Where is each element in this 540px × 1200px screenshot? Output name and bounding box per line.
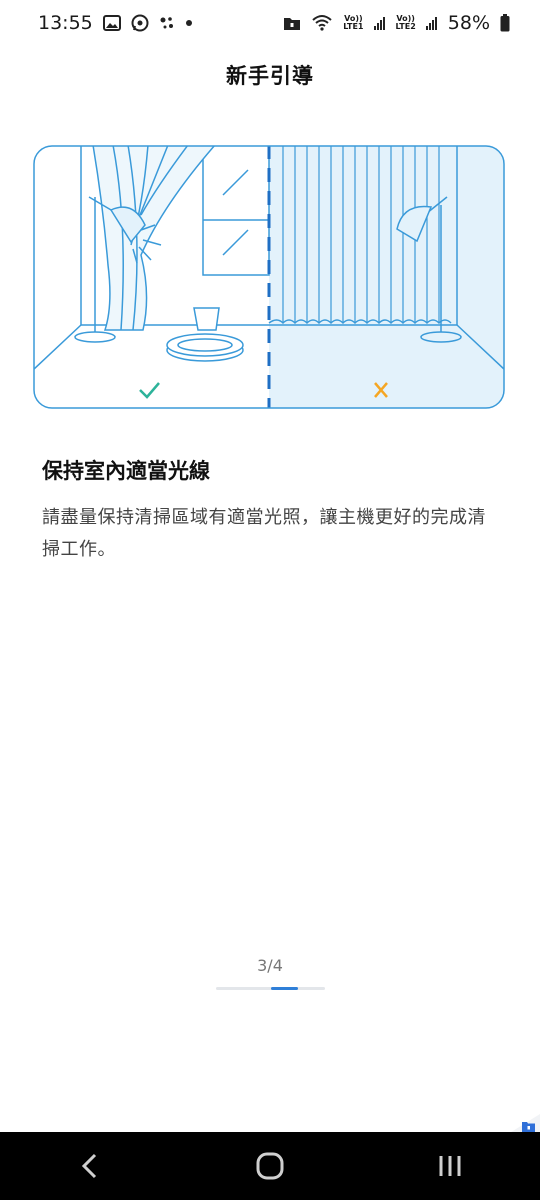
sim1-network-label: Vo)) LTE1	[343, 15, 363, 31]
status-time: 13:55	[38, 12, 93, 34]
system-nav-bar	[0, 1132, 540, 1200]
back-button[interactable]	[60, 1136, 120, 1196]
back-icon	[81, 1153, 97, 1179]
battery-percent: 58%	[447, 12, 490, 34]
check-icon	[139, 382, 160, 399]
whatsapp-icon	[131, 14, 149, 32]
floating-folder-lock-icon[interactable]	[508, 1114, 540, 1134]
sim2-network-label: Vo)) LTE2	[396, 15, 416, 31]
status-bar: 13:55 Vo)) LTE1 Vo)) LTE2 58%	[0, 0, 540, 46]
signal-1-icon	[373, 16, 386, 30]
wifi-icon	[311, 14, 333, 32]
folder-lock-icon	[283, 15, 301, 31]
tip-description: 請盡量保持清掃區域有適當光照，讓主機更好的完成清掃工作。	[42, 507, 486, 560]
header: 新手引導	[0, 52, 540, 98]
signal-2-icon	[425, 16, 438, 30]
home-button[interactable]	[240, 1136, 300, 1196]
status-right: Vo)) LTE1 Vo)) LTE2 58%	[283, 12, 510, 34]
gallery-icon	[102, 15, 121, 31]
tip-title: 保持室內適當光線	[42, 459, 210, 483]
sim1-lte-label: LTE1	[343, 22, 364, 31]
dark-room-bg	[269, 146, 504, 408]
status-left: 13:55	[38, 12, 193, 34]
recents-icon	[439, 1156, 461, 1176]
recents-button[interactable]	[420, 1136, 480, 1196]
assistant-icon	[159, 16, 175, 30]
home-icon	[256, 1152, 284, 1180]
page-indicator-label: 3/4	[257, 956, 283, 975]
lighting-illustration	[33, 145, 505, 409]
illustration-svg	[33, 145, 505, 409]
page-progress-track	[216, 987, 325, 990]
notification-dot-icon	[185, 19, 193, 27]
page-progress-fill	[271, 987, 298, 990]
page-title: 新手引導	[226, 64, 314, 88]
battery-icon	[500, 14, 510, 32]
sim2-lte-label: LTE2	[395, 22, 416, 31]
